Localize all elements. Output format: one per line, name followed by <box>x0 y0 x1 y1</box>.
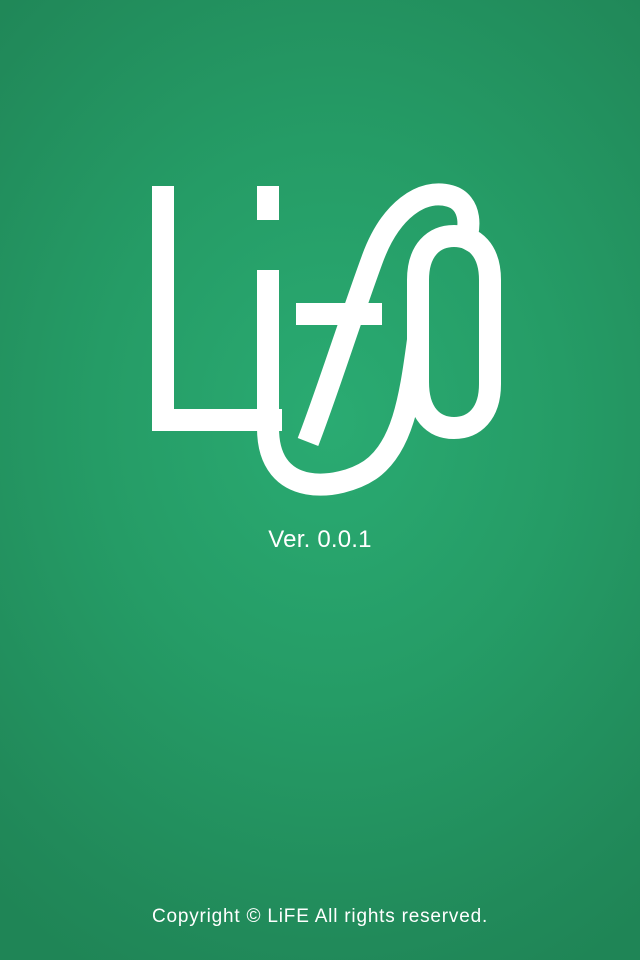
version-label: Ver. 0.0.1 <box>268 526 372 553</box>
logo-letter-i-stem <box>257 270 429 496</box>
life-logo <box>140 170 520 500</box>
logo-letter-i-dot <box>257 186 279 220</box>
logo-letter-e-loop <box>407 224 501 440</box>
copyright-text: Copyright © LiFE All rights reserved. <box>151 906 489 927</box>
splash-screen: Ver. 0.0.1 Copyright © LiFE All rights r… <box>0 0 640 960</box>
life-logo-graphic <box>152 183 501 496</box>
